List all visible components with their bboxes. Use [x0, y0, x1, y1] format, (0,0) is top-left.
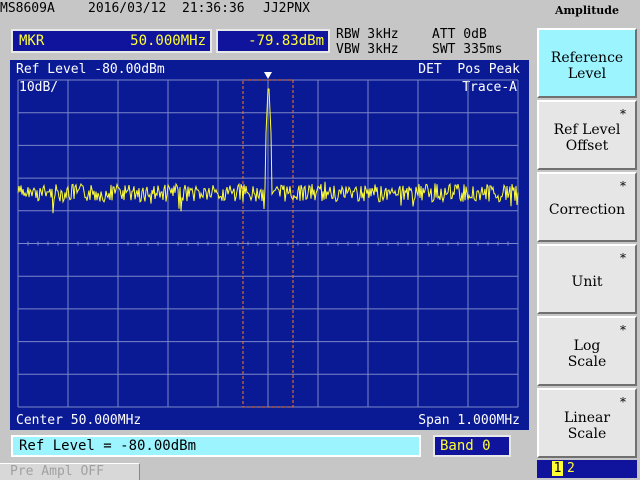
- correction-key[interactable]: * Correction: [537, 172, 637, 242]
- ref-level-offset-key[interactable]: * Ref Level Offset: [537, 100, 637, 170]
- linear-scale-key[interactable]: * Linear Scale: [537, 388, 637, 458]
- model-name: MS8609A: [0, 1, 55, 16]
- key-star: *: [620, 107, 626, 121]
- date-readout: 2016/03/12: [88, 1, 167, 16]
- unit-key[interactable]: * Unit: [537, 244, 637, 314]
- spectrum-display: Ref Level -80.00dBm DET Pos Peak 10dB/ T…: [10, 60, 529, 430]
- marker-frequency: 50.000MHz: [130, 33, 206, 49]
- menu-page-indicator[interactable]: 1 2: [537, 460, 637, 478]
- menu-title: Amplitude: [555, 4, 619, 17]
- key-star: *: [620, 323, 626, 337]
- graticule-grid: [17, 79, 519, 408]
- key-label: Correction: [548, 202, 626, 218]
- swt-readout: SWT 335ms: [432, 42, 503, 57]
- page-other: 2: [567, 461, 575, 476]
- marker-level-box: -79.83dBm: [216, 29, 330, 53]
- rbw-readout: RBW 3kHz: [336, 27, 399, 42]
- key-star: *: [620, 179, 626, 193]
- ref-level-entry[interactable]: Ref Level = -80.00dBm: [11, 435, 421, 457]
- key-label: Linear Scale: [563, 410, 611, 442]
- marker-level: -79.83dBm: [248, 33, 324, 49]
- key-label: Unit: [571, 274, 603, 290]
- key-label: Log Scale: [567, 338, 607, 370]
- marker-triangle-icon: [264, 72, 272, 79]
- key-label: Reference Level: [550, 50, 624, 82]
- callsign: JJ2PNX: [263, 1, 310, 16]
- preamp-status: Pre Ampl OFF: [0, 463, 140, 480]
- spectrum-plot: [17, 72, 519, 408]
- ref-level-entry-text: Ref Level = -80.00dBm: [19, 438, 197, 454]
- att-readout: ATT 0dB: [432, 27, 487, 42]
- marker-frequency-box: MKR 50.000MHz: [11, 29, 212, 53]
- key-label: Ref Level Offset: [553, 122, 621, 154]
- preamp-text: Pre Ampl OFF: [10, 464, 104, 479]
- reference-level-key[interactable]: Reference Level: [537, 28, 637, 98]
- page-current: 1: [552, 461, 563, 476]
- key-star: *: [620, 395, 626, 409]
- band-text: Band 0: [440, 438, 491, 454]
- key-star: *: [620, 251, 626, 265]
- band-indicator: Band 0: [433, 435, 511, 457]
- log-scale-key[interactable]: * Log Scale: [537, 316, 637, 386]
- center-frequency-label: Center 50.000MHz: [16, 413, 142, 428]
- marker-label: MKR: [19, 33, 45, 49]
- vbw-readout: VBW 3kHz: [336, 42, 399, 57]
- time-readout: 21:36:36: [182, 1, 245, 16]
- span-label: Span 1.000MHz: [418, 413, 520, 428]
